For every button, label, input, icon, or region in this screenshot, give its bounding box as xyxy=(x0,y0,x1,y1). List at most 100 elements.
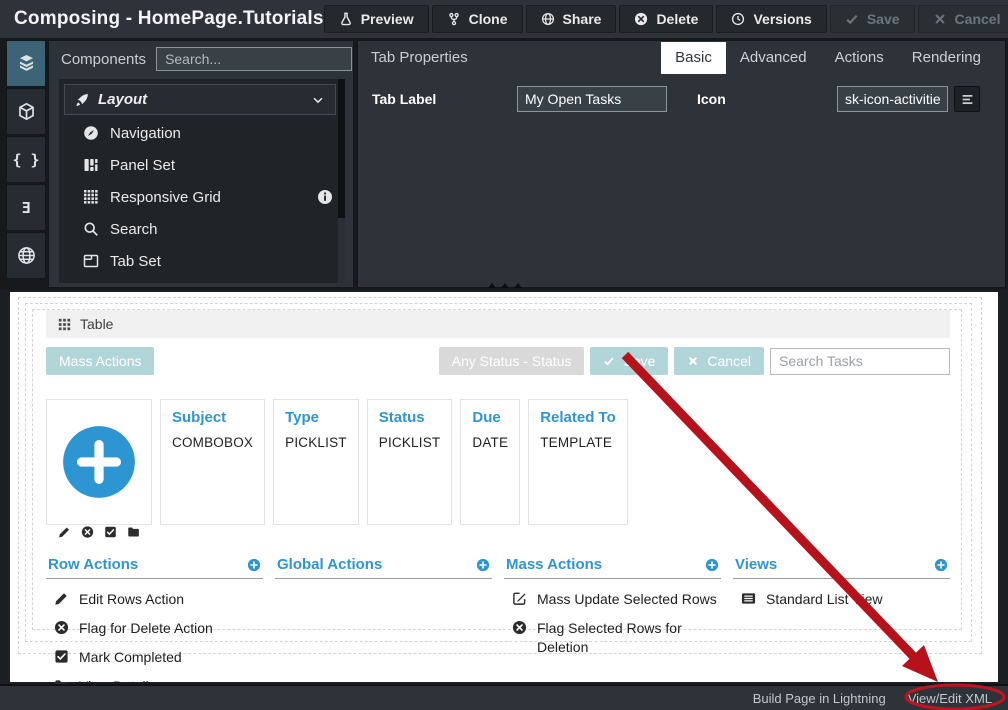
component-item-responsive-grid[interactable]: Responsive Grid xyxy=(59,181,345,213)
tab-advanced[interactable]: Advanced xyxy=(726,42,821,74)
tab-label-input[interactable] xyxy=(517,86,667,112)
pencil-icon[interactable] xyxy=(58,525,71,539)
flask-icon xyxy=(339,12,353,26)
table-search-input[interactable] xyxy=(770,348,950,375)
add-row-action-button[interactable] xyxy=(247,558,261,572)
properties-header: Tab Properties Basic Advanced Actions Re… xyxy=(358,41,1005,74)
check-square-icon[interactable] xyxy=(104,525,117,539)
table-component-title: Table xyxy=(80,316,113,332)
column-card-subject[interactable]: Subject COMBOBOX xyxy=(160,399,265,525)
rail-tab-components[interactable] xyxy=(6,40,46,87)
status-filter-button[interactable]: Any Status - Status xyxy=(439,347,585,375)
components-scrollbar[interactable] xyxy=(338,79,345,283)
preview-label: Preview xyxy=(361,11,414,27)
tab-label-field-label: Tab Label xyxy=(372,91,517,107)
table-cancel-label: Cancel xyxy=(707,353,751,369)
action-item-mark-completed[interactable]: Mark Completed xyxy=(54,648,263,667)
component-item-search[interactable]: Search xyxy=(59,213,345,245)
mass-actions-button[interactable]: Mass Actions xyxy=(46,347,154,375)
section-items xyxy=(275,579,492,590)
add-column-button[interactable] xyxy=(58,409,140,515)
share-button[interactable]: Share xyxy=(526,5,617,33)
column-type: PICKLIST xyxy=(379,435,441,450)
tab-basic[interactable]: Basic xyxy=(661,42,726,74)
component-item-tab-set[interactable]: Tab Set xyxy=(59,245,345,277)
tab-actions[interactable]: Actions xyxy=(821,42,898,74)
column-header: Status xyxy=(379,409,441,426)
add-view-button[interactable] xyxy=(934,558,948,572)
folder-icon[interactable] xyxy=(127,525,140,539)
column-controls-card xyxy=(46,399,152,525)
icon-input[interactable] xyxy=(837,86,948,112)
table-toolbar: Mass Actions Any Status - Status Save Ca… xyxy=(46,347,950,375)
section-header: Row Actions xyxy=(46,556,263,579)
page-title: Composing - HomePage.Tutorials xyxy=(14,8,324,30)
list-view-icon xyxy=(741,591,756,606)
delete-label: Delete xyxy=(656,11,698,27)
layout-group-header[interactable]: Layout xyxy=(64,84,336,115)
resize-handle[interactable] xyxy=(488,283,522,288)
components-search-input[interactable] xyxy=(156,47,352,71)
component-item-panel-set[interactable]: Panel Set xyxy=(59,149,345,181)
versions-label: Versions xyxy=(753,11,811,27)
table-save-button[interactable]: Save xyxy=(590,347,668,375)
column-card-due[interactable]: Due DATE xyxy=(460,399,520,525)
pencil-icon xyxy=(54,591,69,606)
properties-fields: Tab Label Icon xyxy=(358,86,1005,112)
column-card-type[interactable]: Type PICKLIST xyxy=(273,399,359,525)
add-mass-action-button[interactable] xyxy=(705,558,719,572)
save-button[interactable]: Save xyxy=(830,5,915,33)
scrollbar-thumb[interactable] xyxy=(338,79,345,218)
action-label: Flag Selected Rows for Deletion xyxy=(537,619,721,657)
action-label: Mark Completed xyxy=(79,648,182,667)
clone-button[interactable]: Clone xyxy=(432,5,523,33)
table-cancel-button[interactable]: Cancel xyxy=(674,347,764,375)
layers-icon xyxy=(17,54,36,73)
delete-button[interactable]: Delete xyxy=(619,5,713,33)
column-type: COMBOBOX xyxy=(172,435,253,450)
component-item-navigation[interactable]: Navigation xyxy=(59,117,345,149)
components-header: Components xyxy=(49,41,353,77)
rail-tab-models[interactable] xyxy=(6,88,46,135)
action-item-flag-selected-rows[interactable]: Flag Selected Rows for Deletion xyxy=(512,619,721,657)
preview-button[interactable]: Preview xyxy=(324,5,429,33)
check-icon xyxy=(845,12,859,26)
action-item-edit-rows[interactable]: Edit Rows Action xyxy=(54,590,263,609)
column-card-related-to[interactable]: Related To TEMPLATE xyxy=(528,399,628,525)
fork-icon xyxy=(447,12,461,26)
cancel-button[interactable]: Cancel xyxy=(918,5,1008,33)
clock-icon xyxy=(731,12,745,26)
titlebar: Composing - HomePage.Tutorials Preview C… xyxy=(0,0,1008,38)
view-item-standard-list[interactable]: Standard List View xyxy=(741,590,950,609)
section-items: Edit Rows Action Flag for Delete Action … xyxy=(46,579,263,696)
add-global-action-button[interactable] xyxy=(476,558,490,572)
section-title: Views xyxy=(735,556,777,573)
rail-tab-css[interactable]: Ǝ xyxy=(6,184,46,231)
x-circle-icon[interactable] xyxy=(81,525,94,539)
column-card-status[interactable]: Status PICKLIST xyxy=(367,399,453,525)
table-toolbar-right: Any Status - Status Save Cancel xyxy=(439,347,950,375)
components-title: Components xyxy=(61,51,146,68)
magnifier-icon xyxy=(83,221,99,237)
action-label: Edit Rows Action xyxy=(79,590,184,609)
build-in-lightning-link[interactable]: Build Page in Lightning xyxy=(753,691,886,706)
action-item-mass-update[interactable]: Mass Update Selected Rows xyxy=(512,590,721,609)
column-type: PICKLIST xyxy=(285,435,347,450)
action-item-flag-delete[interactable]: Flag for Delete Action xyxy=(54,619,263,638)
icon-picker-button[interactable] xyxy=(954,86,980,112)
x-icon xyxy=(687,355,699,367)
versions-button[interactable]: Versions xyxy=(716,5,826,33)
view-edit-xml-link[interactable]: View/Edit XML xyxy=(908,691,992,706)
table-component-header[interactable]: Table xyxy=(46,310,950,338)
check-icon xyxy=(603,355,615,367)
rail-tab-globe[interactable] xyxy=(6,232,46,279)
skuid-page-composer: Composing - HomePage.Tutorials Preview C… xyxy=(0,0,1008,710)
tab-panel-content: Table Mass Actions Any Status - Status S… xyxy=(46,310,950,626)
rail-tab-javascript[interactable]: { } xyxy=(6,136,46,183)
section-title: Mass Actions xyxy=(506,556,602,573)
info-icon[interactable] xyxy=(317,189,333,205)
x-circle-icon xyxy=(54,620,69,635)
tab-rendering[interactable]: Rendering xyxy=(898,42,995,74)
statusbar: Build Page in Lightning View/Edit XML xyxy=(0,684,1008,710)
component-item-wizard[interactable]: Wizard xyxy=(59,277,345,283)
